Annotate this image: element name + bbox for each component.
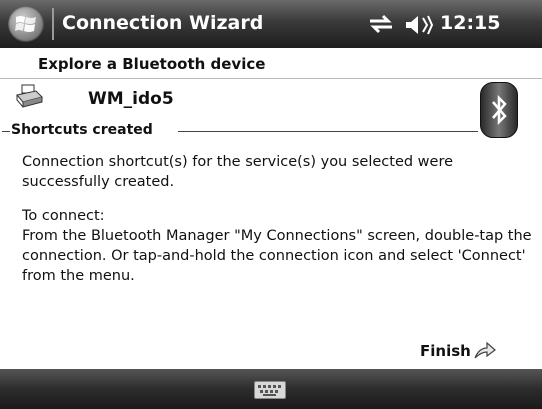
device-row: WM_ido5 bbox=[0, 80, 542, 120]
volume-icon[interactable] bbox=[404, 14, 434, 40]
bottom-bar bbox=[0, 369, 542, 409]
section-divider-left bbox=[2, 131, 10, 132]
title-bar: Connection Wizard 12:15 bbox=[0, 0, 542, 48]
title-separator bbox=[52, 8, 54, 40]
section-title: Shortcuts created bbox=[11, 122, 153, 138]
success-message: Connection shortcut(s) for the service(s… bbox=[22, 154, 454, 190]
instructions-body: From the Bluetooth Manager "My Connectio… bbox=[22, 228, 532, 284]
device-name: WM_ido5 bbox=[88, 89, 174, 109]
arrow-right-icon[interactable] bbox=[473, 340, 497, 364]
connectivity-icon[interactable] bbox=[368, 14, 394, 38]
instructions-heading: To connect: bbox=[22, 208, 105, 224]
section-divider-right bbox=[178, 131, 478, 132]
wizard-header: Explore a Bluetooth device bbox=[0, 48, 542, 79]
printer-icon bbox=[14, 83, 44, 115]
clock[interactable]: 12:15 bbox=[440, 12, 500, 34]
wizard-header-text: Explore a Bluetooth device bbox=[38, 55, 266, 73]
windows-start-icon[interactable] bbox=[8, 6, 44, 42]
instructions-block: To connect: From the Bluetooth Manager "… bbox=[22, 206, 532, 286]
keyboard-icon[interactable] bbox=[254, 381, 286, 399]
app-title: Connection Wizard bbox=[62, 12, 264, 34]
finish-button[interactable]: Finish bbox=[420, 342, 471, 360]
bluetooth-icon bbox=[480, 82, 518, 138]
